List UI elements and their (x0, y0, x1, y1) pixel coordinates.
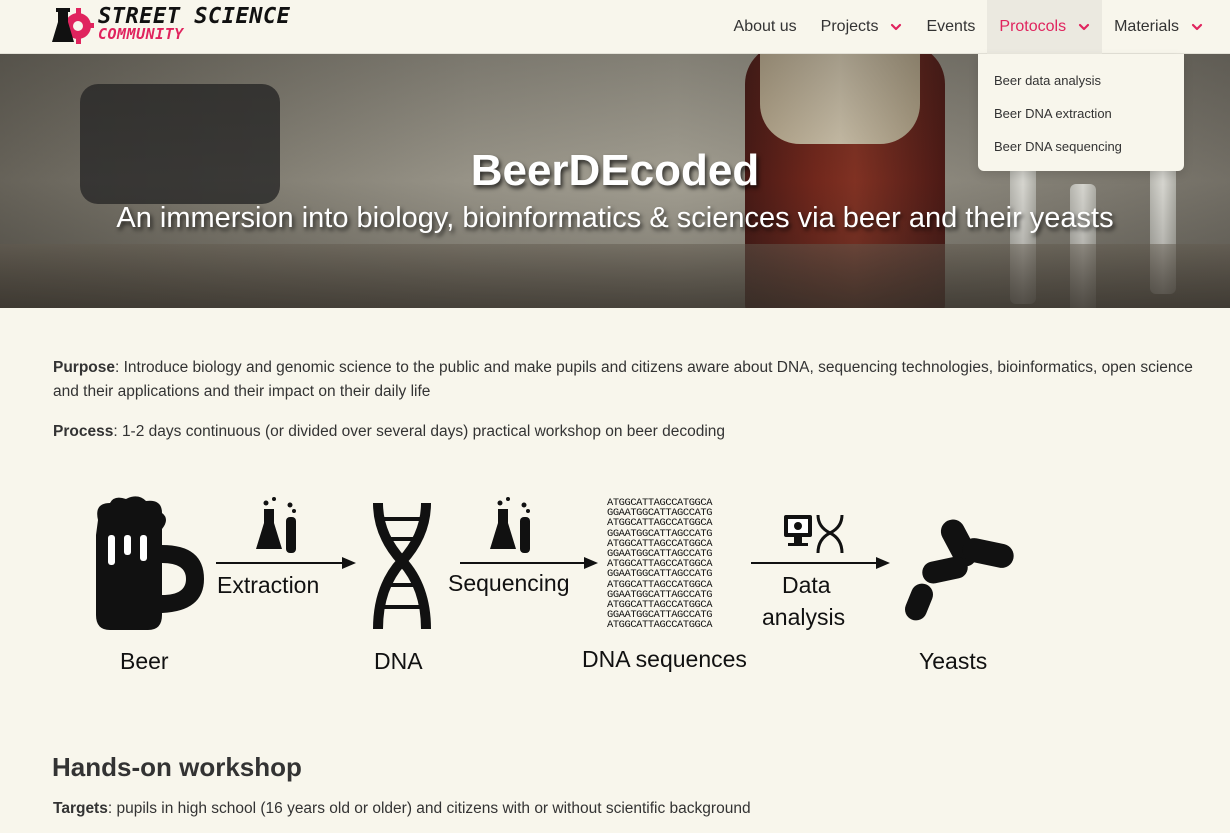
nav-events[interactable]: Events (914, 0, 987, 54)
data-analysis-arrow (751, 557, 890, 569)
dropdown-item-beer-dna-sequencing[interactable]: Beer DNA sequencing (978, 130, 1184, 163)
label-sequencing: Sequencing (448, 570, 570, 596)
targets-label: Targets (53, 800, 108, 817)
label-yeasts: Yeasts (919, 648, 988, 674)
computer-dna-icon (784, 514, 844, 554)
chevron-down-icon (891, 23, 902, 31)
nav-protocols-label: Protocols (999, 18, 1067, 35)
label-dna: DNA (374, 648, 423, 674)
nav-events-label: Events (926, 18, 976, 35)
lab-flask-icon (256, 497, 296, 553)
nav-materials-label: Materials (1114, 18, 1179, 35)
yeast-cells-icon (905, 519, 1014, 621)
dropdown-item-beer-dna-extraction[interactable]: Beer DNA extraction (978, 97, 1184, 130)
workflow-diagram: Beer Extraction DNA Sequencing DNA seque… (86, 495, 1026, 685)
label-analysis: analysis (762, 604, 846, 630)
dna-sequence-block: ATGGCATTAGCCATGGCA GGAATGGCATTAGCCATG AT… (607, 498, 712, 631)
lab-flask-icon (490, 497, 530, 553)
intro-section: Purpose: Introduce biology and genomic s… (53, 356, 1203, 460)
label-extraction: Extraction (217, 572, 320, 598)
nav-about-us[interactable]: About us (722, 0, 809, 54)
process-paragraph: Process: 1-2 days continuous (or divided… (53, 420, 1203, 444)
sequencing-arrow (460, 557, 598, 569)
process-text: : 1-2 days continuous (or divided over s… (113, 423, 726, 440)
label-data: Data (782, 572, 831, 598)
beer-mug-icon (96, 496, 204, 630)
site-logo[interactable]: STREET SCIENCE COMMUNITY (52, 4, 290, 48)
targets-text: : pupils in high school (16 years old or… (107, 800, 751, 817)
nav-projects-label: Projects (820, 18, 879, 35)
nav-protocols[interactable]: Protocols (987, 0, 1103, 54)
purpose-paragraph: Purpose: Introduce biology and genomic s… (53, 356, 1203, 404)
hero-subtitle: An immersion into biology, bioinformatic… (116, 202, 1114, 234)
process-label: Process (53, 423, 114, 440)
protocols-dropdown: Beer data analysis Beer DNA extraction B… (978, 54, 1184, 171)
label-dna-sequences: DNA sequences (582, 646, 747, 672)
nav-about-us-label: About us (733, 18, 797, 35)
section-heading-workshop: Hands-on workshop (52, 752, 302, 782)
chevron-down-icon (1078, 23, 1090, 31)
dna-helix-icon (373, 502, 431, 630)
chevron-down-icon (1191, 23, 1203, 31)
sequence-line: ATGGCATTAGCCATGGCA (607, 619, 713, 632)
main-menu: About us Projects Events Protocols Mater… (722, 0, 1215, 54)
nav-projects[interactable]: Projects (809, 0, 915, 54)
top-navbar: STREET SCIENCE COMMUNITY About us Projec… (0, 0, 1230, 54)
purpose-label: Purpose (53, 359, 116, 376)
logo-subtitle: COMMUNITY (98, 25, 184, 43)
label-beer: Beer (120, 648, 169, 674)
flask-gear-logo-icon (52, 8, 94, 44)
nav-materials[interactable]: Materials (1102, 0, 1215, 54)
dropdown-item-beer-data-analysis[interactable]: Beer data analysis (978, 64, 1184, 97)
purpose-text: : Introduce biology and genomic science … (53, 359, 1193, 400)
extraction-arrow (216, 557, 356, 569)
targets-paragraph: Targets: pupils in high school (16 years… (53, 800, 751, 818)
